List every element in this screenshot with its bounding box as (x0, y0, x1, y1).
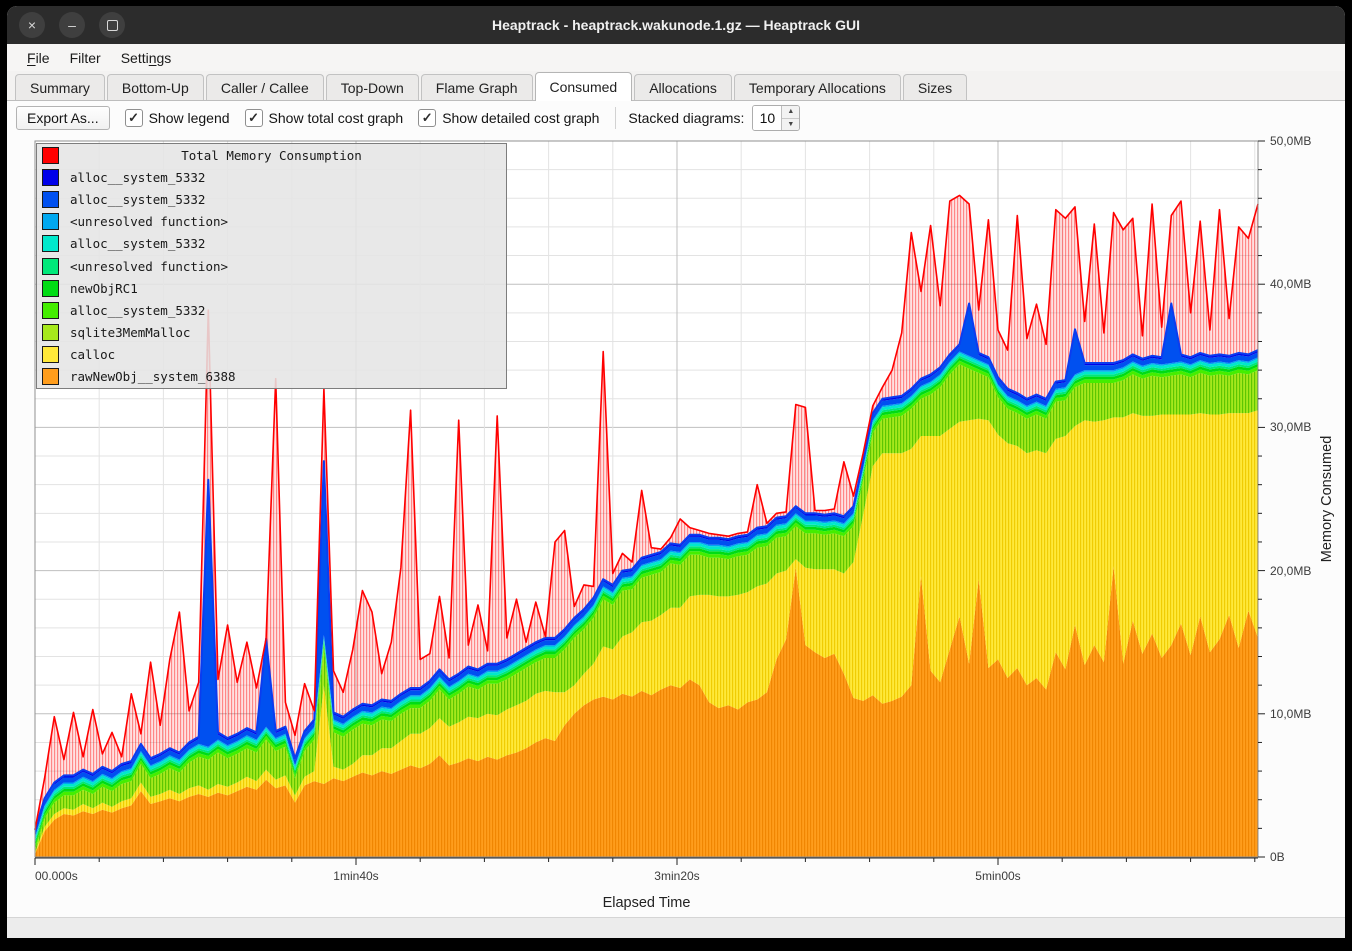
legend-label: alloc__system_5332 (70, 236, 205, 251)
y-tick-label: 50,0MB (1270, 134, 1311, 148)
legend-label: <unresolved function> (70, 214, 228, 229)
y-tick-label: 0B (1270, 850, 1285, 864)
legend-swatch-icon (42, 191, 59, 208)
legend-swatch-icon (42, 324, 59, 341)
legend-item: alloc__system_5332 (37, 299, 506, 321)
x-tick-label: 1min40s (333, 869, 378, 883)
legend-label: alloc__system_5332 (70, 170, 205, 185)
legend-item: sqlite3MemMalloc (37, 322, 506, 344)
legend-item: <unresolved function> (37, 255, 506, 277)
legend-label: <unresolved function> (70, 259, 228, 274)
legend-label: alloc__system_5332 (70, 192, 205, 207)
legend-item: alloc__system_5332 (37, 188, 506, 210)
legend-swatch-icon (42, 368, 59, 385)
legend-item: newObjRC1 (37, 277, 506, 299)
legend-label: calloc (70, 347, 115, 362)
x-axis-title: Elapsed Time (603, 895, 691, 911)
legend-swatch-icon (42, 346, 59, 363)
legend-label: newObjRC1 (70, 281, 138, 296)
legend-swatch-icon (42, 169, 59, 186)
y-tick-label: 30,0MB (1270, 420, 1311, 434)
y-tick-label: 10,0MB (1270, 707, 1311, 721)
chart-legend: Total Memory Consumption alloc__system_53… (36, 143, 507, 389)
legend-label: sqlite3MemMalloc (70, 325, 190, 340)
y-tick-label: 20,0MB (1270, 564, 1311, 578)
legend-swatch-icon (42, 213, 59, 230)
legend-item: calloc (37, 344, 506, 366)
legend-item: alloc__system_5332 (37, 233, 506, 255)
legend-item: <unresolved function> (37, 211, 506, 233)
y-tick-label: 40,0MB (1270, 277, 1311, 291)
legend-swatch-icon (42, 280, 59, 297)
x-tick-label: 3min20s (654, 869, 699, 883)
legend-title-row: Total Memory Consumption (37, 144, 506, 166)
x-tick-label: 5min00s (975, 869, 1020, 883)
legend-swatch-icon (42, 302, 59, 319)
y-axis-title: Memory Consumed (1319, 436, 1335, 563)
x-tick-label: 00.000s (35, 869, 78, 883)
legend-swatch-icon (42, 235, 59, 252)
legend-label: Total Memory Consumption (37, 148, 506, 163)
legend-label: rawNewObj__system_6388 (70, 369, 236, 384)
legend-item: rawNewObj__system_6388 (37, 366, 506, 388)
legend-swatch-icon (42, 258, 59, 275)
legend-label: alloc__system_5332 (70, 303, 205, 318)
legend-item: alloc__system_5332 (37, 166, 506, 188)
